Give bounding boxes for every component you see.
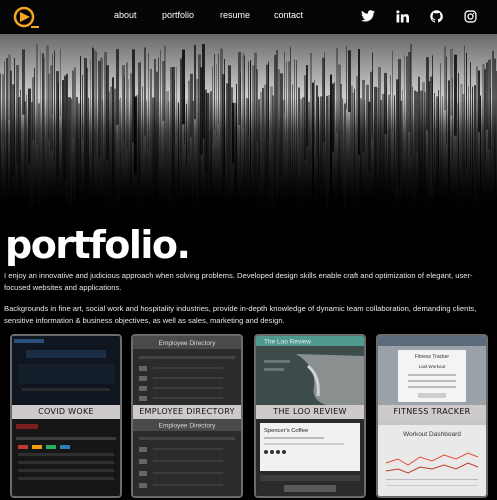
page-title: portfolio. — [5, 223, 191, 267]
project-card-employee-directory[interactable]: Employee Directory EMPLOYEE DIRECTORY Em… — [131, 334, 243, 498]
project-preview-caption: Spencer's Coffee — [264, 428, 308, 434]
instagram-icon[interactable] — [462, 8, 478, 24]
project-card-covid-woke[interactable]: COVID WOKE — [10, 334, 122, 498]
nav-resume-link[interactable]: resume — [220, 10, 250, 20]
project-preview-header: Fitness Tracker — [415, 354, 450, 360]
intro-paragraph: I enjoy an innovative and judicious appr… — [4, 271, 473, 292]
nav-about-link[interactable]: about — [114, 10, 137, 20]
project-preview-bottom — [12, 419, 120, 496]
project-card-the-loo-review[interactable]: The Loo Review THE LOO REVIEW Spencer's … — [254, 334, 366, 498]
project-preview-header: Employee Directory — [159, 423, 216, 430]
project-preview-header: The Loo Review — [264, 339, 311, 346]
project-preview-subheader: Last Workout — [419, 364, 446, 369]
project-preview-top: The Loo Review — [256, 336, 364, 405]
project-preview-bottom: Employee Directory — [133, 419, 241, 496]
project-title: EMPLOYEE DIRECTORY — [133, 405, 241, 419]
linkedin-icon[interactable] — [394, 8, 410, 24]
project-preview-top: Fitness Tracker Last Workout — [378, 336, 486, 405]
github-icon[interactable] — [428, 8, 444, 24]
project-title: THE LOO REVIEW — [256, 405, 364, 419]
project-preview-bottom: Workout Dashboard — [378, 419, 486, 496]
project-preview-header: Employee Directory — [159, 340, 216, 347]
project-preview-top: Employee Directory — [133, 336, 241, 405]
project-title: COVID WOKE — [12, 405, 120, 419]
project-preview-bottom: Spencer's Coffee — [256, 419, 364, 496]
nav-portfolio-link[interactable]: portfolio — [162, 10, 194, 20]
project-preview-header: Workout Dashboard — [403, 431, 461, 438]
background-paragraph: Backgrounds in fine art, social work and… — [4, 304, 477, 325]
logo-icon[interactable] — [12, 6, 40, 30]
project-title: FITNESS TRACKER — [378, 405, 486, 419]
nav-contact-link[interactable]: contact — [274, 10, 303, 20]
hero-city-image — [0, 34, 497, 214]
project-preview-top — [12, 336, 120, 405]
twitter-icon[interactable] — [360, 8, 376, 24]
top-nav: about portfolio resume contact — [0, 0, 497, 34]
project-card-fitness-tracker[interactable]: Fitness Tracker Last Workout FITNESS TRA… — [376, 334, 488, 498]
